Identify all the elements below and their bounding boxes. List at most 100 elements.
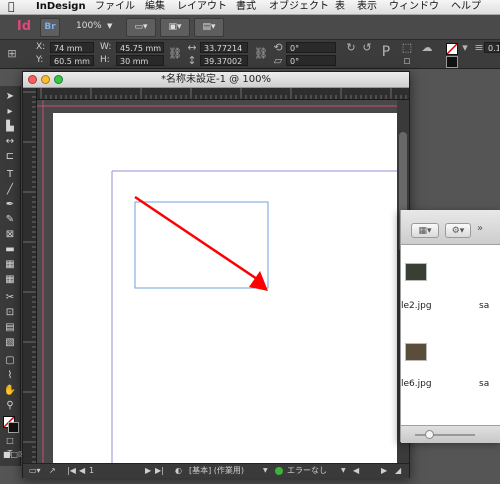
zoom-dropdown[interactable]: 100% ▼: [62, 18, 120, 35]
menu-view[interactable]: 表示: [357, 0, 377, 14]
selected-frame[interactable]: [134, 201, 269, 289]
menu-layout[interactable]: レイアウト: [177, 0, 227, 14]
rotate-90-ccw-icon[interactable]: ↺: [360, 42, 374, 54]
pasteboard[interactable]: [37, 100, 397, 463]
scroll-left-icon[interactable]: ◀: [353, 464, 359, 478]
stroke-swatch[interactable]: [446, 56, 458, 68]
fill-icon[interactable]: ☁: [420, 42, 434, 54]
menu-type[interactable]: 書式: [236, 0, 256, 14]
icon-size-slider-knob[interactable]: [425, 430, 434, 439]
hand-tool-icon[interactable]: ✋: [3, 384, 17, 397]
stroke-swatch-tool[interactable]: [8, 422, 19, 433]
pencil-tool-icon[interactable]: ✎: [3, 213, 17, 226]
line-tool-icon[interactable]: ╱: [3, 183, 17, 196]
document-page[interactable]: [53, 113, 397, 463]
red-arrow-line[interactable]: [134, 195, 258, 281]
select-content-icon[interactable]: ▫: [400, 55, 414, 67]
rotate-field[interactable]: 0°: [286, 42, 336, 53]
gradient-feather-tool-icon[interactable]: ▧: [3, 336, 17, 349]
master-page-icon: ◐: [175, 466, 182, 475]
file-thumbnail[interactable]: [405, 263, 427, 281]
more-icon[interactable]: »: [477, 223, 483, 234]
selection-tool-icon[interactable]: ➤: [3, 90, 17, 103]
fill-swatch[interactable]: [446, 43, 458, 55]
arrange-documents-button[interactable]: ▤▾: [194, 18, 224, 37]
rotate-90-cw-icon[interactable]: ↻: [344, 42, 358, 54]
scroll-right-icon[interactable]: ▶: [381, 464, 387, 478]
formatting-affects-icon[interactable]: □ T: [3, 434, 17, 458]
type-tool-icon[interactable]: T: [3, 168, 17, 181]
y-label: Y:: [36, 55, 44, 65]
gradient-swatch-tool-icon[interactable]: ▤: [3, 321, 17, 334]
flip-icon[interactable]: P: [378, 45, 394, 59]
table-tool-icon[interactable]: ▦: [3, 258, 17, 271]
arrange-documents-icon: ▤▾: [202, 22, 216, 32]
chevron-down-icon[interactable]: ▾: [460, 42, 470, 54]
finder-window: ▦▾ ⚙▾ » le2.jpg sa le6.jpg sa: [400, 210, 500, 443]
menu-edit[interactable]: 編集: [145, 0, 165, 14]
arrange-button[interactable]: ▦▾: [411, 223, 439, 238]
menu-file[interactable]: ファイル: [95, 0, 135, 14]
chevron-down-icon[interactable]: ▼: [341, 464, 346, 478]
shear-icon: ▱: [273, 54, 283, 67]
page-style[interactable]: [基本] (作業用): [189, 464, 244, 478]
file-name[interactable]: le2.jpg: [401, 301, 432, 311]
screen-mode-button[interactable]: ▣▾: [160, 18, 190, 37]
zoom-tool-icon[interactable]: ⚲: [3, 399, 17, 412]
first-page-icon[interactable]: |◀: [67, 464, 76, 478]
grid-tool-icon[interactable]: ▦: [3, 273, 17, 286]
action-button[interactable]: ⚙▾: [445, 223, 471, 238]
constrain-scale-icon[interactable]: ⛓: [254, 48, 268, 60]
screen-mode-icon: ▣▾: [168, 22, 182, 32]
horizontal-ruler[interactable]: [37, 88, 409, 100]
eyedropper-tool-icon[interactable]: ⌇: [3, 369, 17, 382]
menu-table[interactable]: 表: [335, 0, 345, 14]
stroke-weight-field[interactable]: 0.1 n: [484, 42, 500, 53]
h-field[interactable]: 30 mm: [116, 55, 164, 66]
vertical-ruler[interactable]: [23, 88, 37, 463]
file-name[interactable]: sa: [479, 301, 489, 311]
direct-selection-tool-icon[interactable]: ▸: [3, 105, 17, 118]
gap-tool-icon[interactable]: ↔: [3, 135, 17, 148]
menu-app-name[interactable]: InDesign: [36, 0, 86, 14]
note-tool-icon[interactable]: ▢: [3, 354, 17, 367]
menu-help[interactable]: ヘルプ: [451, 0, 481, 14]
last-page-icon[interactable]: ▶|: [155, 464, 164, 478]
icon-size-slider[interactable]: [415, 434, 475, 436]
page-tool-icon[interactable]: ▙: [3, 120, 17, 133]
content-collector-icon[interactable]: ⊏: [3, 150, 17, 163]
apple-menu-icon[interactable]: : [8, 0, 15, 14]
file-name[interactable]: le6.jpg: [401, 379, 432, 389]
document-title-bar[interactable]: *名称未設定-1 @ 100%: [23, 72, 409, 88]
scissors-tool-icon[interactable]: ✂: [3, 291, 17, 304]
w-field[interactable]: 45.75 mm: [116, 42, 164, 53]
reference-point-icon[interactable]: ⊞: [6, 42, 18, 66]
file-thumbnail[interactable]: [405, 343, 427, 361]
shear-field[interactable]: 0°: [286, 55, 336, 66]
menu-object[interactable]: オブジェクト: [269, 0, 329, 14]
none-swatch-icon: [447, 44, 457, 54]
apply-color-icon[interactable]: ■□☒: [3, 448, 25, 461]
select-container-icon[interactable]: ⬚: [400, 42, 414, 54]
screen-mode-icon[interactable]: ▭▾: [29, 464, 41, 478]
scale-y-field[interactable]: 39.37002: [200, 55, 248, 66]
previous-page-icon[interactable]: ◀: [79, 464, 85, 478]
bridge-button[interactable]: Br: [40, 18, 60, 37]
menu-window[interactable]: ウィンドウ: [389, 0, 439, 14]
rectangle-tool-icon[interactable]: ▬: [3, 243, 17, 256]
open-in-bridge-icon[interactable]: ↗: [49, 464, 56, 478]
resize-grip-icon[interactable]: ◢: [395, 464, 401, 478]
chevron-down-icon[interactable]: ▼: [263, 464, 268, 478]
page-number[interactable]: 1: [89, 464, 94, 478]
y-field[interactable]: 60.5 mm: [50, 55, 94, 66]
file-name[interactable]: sa: [479, 379, 489, 389]
pen-tool-icon[interactable]: ✒: [3, 198, 17, 211]
scale-x-field[interactable]: 33.77214: [200, 42, 248, 53]
next-page-icon[interactable]: ▶: [145, 464, 151, 478]
constrain-proportions-icon[interactable]: ⛓: [168, 48, 182, 60]
free-transform-tool-icon[interactable]: ⊡: [3, 306, 17, 319]
view-options-button[interactable]: ▭▾: [126, 18, 156, 37]
x-field[interactable]: 74 mm: [50, 42, 94, 53]
rectangle-frame-tool-icon[interactable]: ⊠: [3, 228, 17, 241]
stroke-weight-icon: ≡: [474, 41, 484, 54]
